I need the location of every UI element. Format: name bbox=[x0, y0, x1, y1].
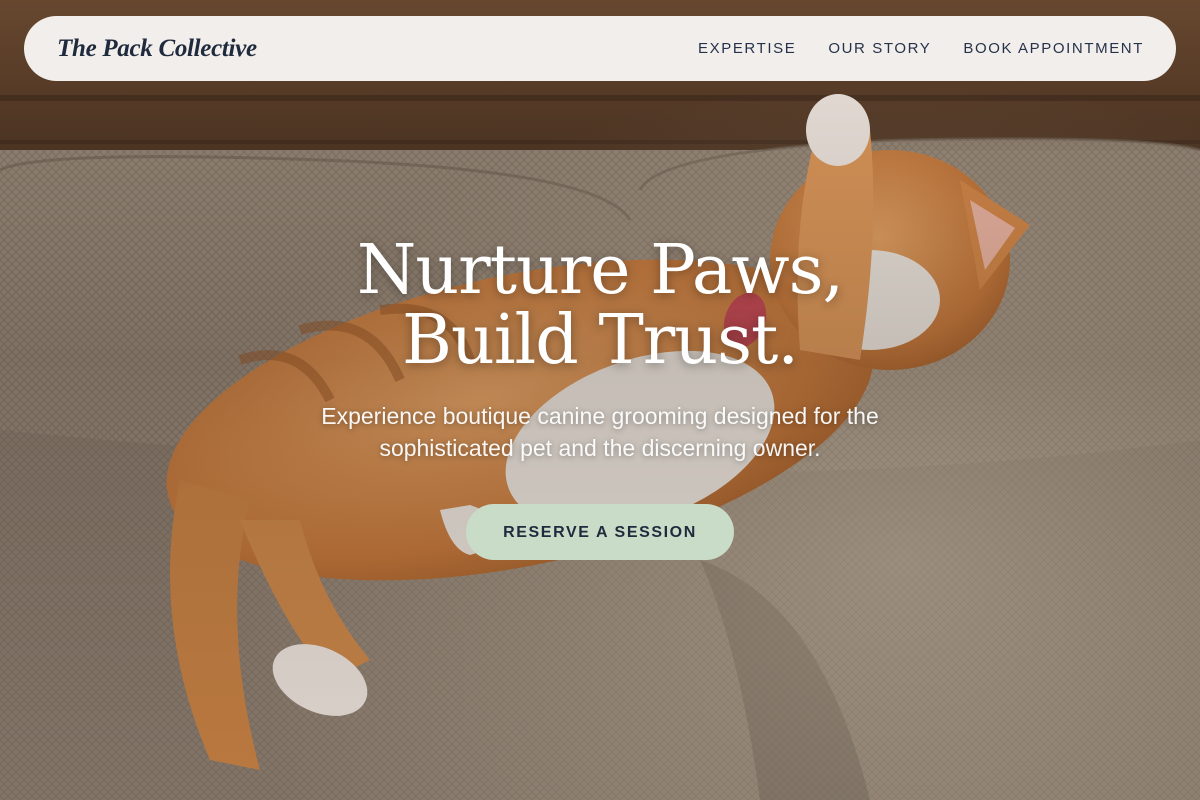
nav-link-expertise[interactable]: EXPERTISE bbox=[698, 40, 796, 57]
reserve-session-button[interactable]: RESERVE A SESSION bbox=[466, 504, 734, 560]
hero-title: Nurture Paws, Build Trust. bbox=[0, 236, 1200, 376]
hero-title-line-2: Build Trust. bbox=[402, 301, 799, 380]
nav-link-our-story[interactable]: OUR STORY bbox=[828, 40, 931, 57]
hero-subtitle: Experience boutique canine grooming desi… bbox=[321, 403, 879, 461]
hero-title-line-1: Nurture Paws, bbox=[356, 231, 844, 310]
hero-content: Nurture Paws, Build Trust. Experience bo… bbox=[0, 236, 1200, 560]
nav-link-book-appointment[interactable]: BOOK APPOINTMENT bbox=[963, 40, 1144, 57]
top-navigation-bar: The Pack Collective EXPERTISE OUR STORY … bbox=[24, 16, 1176, 81]
nav-links: EXPERTISE OUR STORY BOOK APPOINTMENT bbox=[666, 40, 1144, 57]
brand-logo[interactable]: The Pack Collective bbox=[57, 35, 257, 63]
